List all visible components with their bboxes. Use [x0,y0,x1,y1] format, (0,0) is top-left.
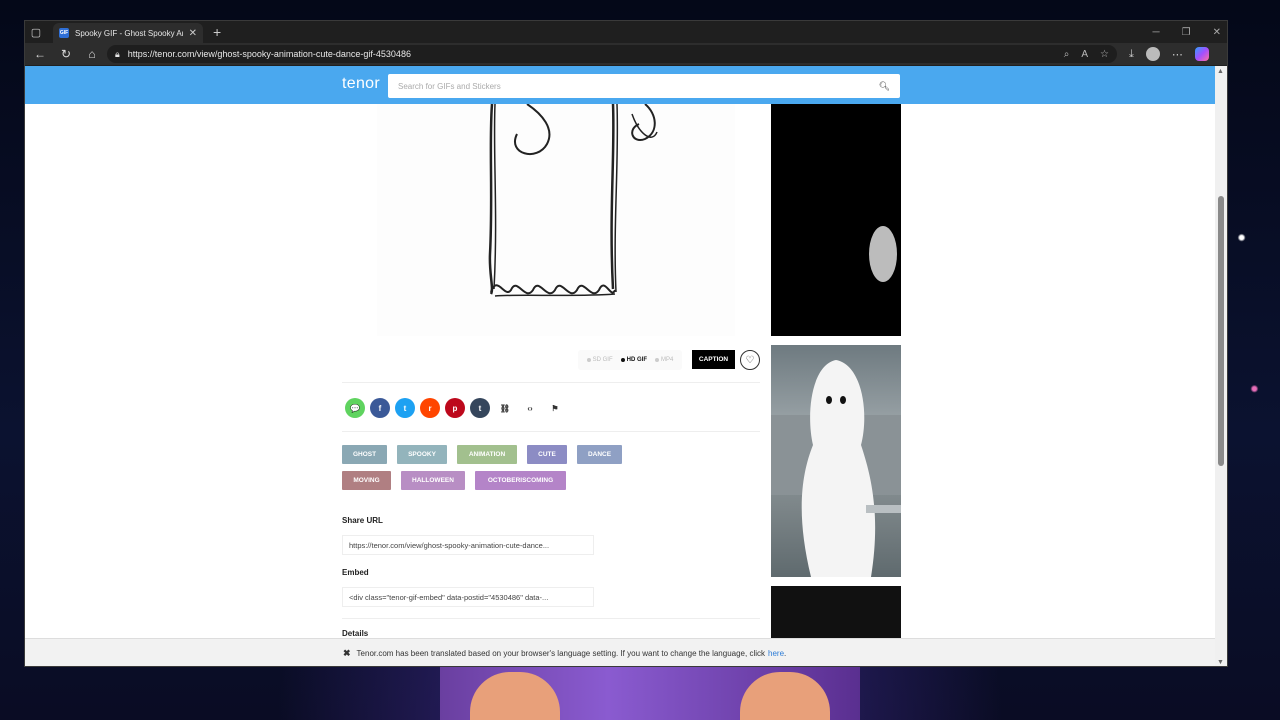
search-icon[interactable]: 🔍︎ [879,81,890,92]
quality-option[interactable]: MP4 [655,357,673,363]
scrollbar-thumb[interactable] [1218,196,1224,466]
reddit-icon[interactable]: r [420,398,440,418]
main-gif[interactable] [377,104,735,336]
address-bar[interactable]: 🔒︎ https://tenor.com/view/ghost-spooky-a… [107,45,1117,63]
page-scrollbar[interactable]: ▲ ▼ [1215,66,1227,666]
tag-ghost[interactable]: GHOST [342,445,387,464]
quality-label: MP4 [661,357,674,363]
search-bar: 🔍︎ [388,74,900,98]
quality-option[interactable]: HD GIF [620,357,647,363]
browser-toolbar: ← ↻ ⌂ 🔒︎ https://tenor.com/view/ghost-sp… [25,43,1227,65]
flag-icon[interactable]: ⚑ [545,398,565,418]
twitter-icon[interactable]: t [395,398,415,418]
translation-message-suffix: . [784,649,787,658]
favicon-icon: GIF [59,28,69,38]
new-tab-icon[interactable]: + [213,24,221,40]
share-url-label: Share URL [342,516,383,525]
downloads-icon[interactable]: ⤓ [1129,48,1134,61]
details-heading: Details [342,629,369,638]
browser-window: ▢ GIF Spooky GIF - Ghost Spooky Anim ✕ +… [24,20,1228,667]
quality-label: SD GIF [592,357,613,363]
radio-dot-icon [620,358,625,362]
divider [342,618,760,619]
link-icon[interactable]: ⛓ [495,398,515,418]
page-viewport: tenor 🔍︎ SD GIF HD GIF MP4 CAPTION ♡ [25,66,1217,666]
read-aloud-icon[interactable]: A [1081,49,1088,60]
tag-dance[interactable]: DANCE [577,445,622,464]
quality-label: HD GIF [626,357,647,363]
close-window-icon[interactable]: ✕ [1213,27,1221,38]
minimize-icon[interactable]: ─ [1153,27,1160,38]
tag-halloween[interactable]: HALLOWEEN [401,471,465,490]
url-text: https://tenor.com/view/ghost-spooky-anim… [127,49,411,59]
tag-spooky[interactable]: SPOOKY [397,445,447,464]
tag-moving[interactable]: MOVING [342,471,391,490]
window-controls: ─ ❐ ✕ [1153,21,1221,43]
tenor-header: tenor 🔍︎ [25,66,1217,104]
tab-title: Spooky GIF - Ghost Spooky Anim [75,28,183,38]
maximize-icon[interactable]: ❐ [1182,27,1191,38]
back-icon[interactable]: ← [29,47,51,61]
related-gif-thumbnail[interactable] [771,345,901,577]
site-info-icon[interactable]: 🔒︎ [115,49,120,60]
caption-button[interactable]: CAPTION [692,350,735,369]
browser-tab[interactable]: GIF Spooky GIF - Ghost Spooky Anim ✕ [53,23,203,43]
tag-animation[interactable]: ANIMATION [457,445,517,464]
embed-label: Embed [342,568,369,577]
scroll-down-icon[interactable]: ▼ [1217,659,1224,666]
quality-selector: SD GIF HD GIF MP4 [578,350,682,370]
zoom-icon[interactable]: ⌕ [1064,49,1070,60]
quality-option[interactable]: SD GIF [586,357,613,363]
radio-dot-icon [655,358,659,362]
share-url-field[interactable]: https://tenor.com/view/ghost-spooky-anim… [342,535,594,555]
profile-avatar[interactable] [1145,47,1160,61]
translation-notice-bar: ✖ Tenor.com has been translated based on… [25,638,1217,666]
pinterest-icon[interactable]: p [445,398,465,418]
scroll-up-icon[interactable]: ▲ [1217,68,1224,75]
divider [342,382,760,383]
divider [342,431,760,432]
tab-actions-icon[interactable]: ▢ [25,21,47,43]
refresh-icon[interactable]: ↻ [55,47,77,61]
copilot-icon[interactable] [1194,47,1209,61]
change-language-link[interactable]: here [768,649,784,658]
search-input[interactable] [398,81,879,91]
radio-dot-icon [586,358,591,362]
more-menu-icon[interactable]: ⋯ [1172,48,1183,61]
related-gif-thumbnail[interactable] [771,104,901,336]
home-icon[interactable]: ⌂ [81,47,103,61]
translation-message: Tenor.com has been translated based on y… [356,649,765,658]
facebook-icon[interactable]: f [370,398,390,418]
message-icon[interactable]: 💬 [345,398,365,418]
tumblr-icon[interactable]: t [470,398,490,418]
share-icons-row: 💬 f t r p t ⛓ ‹› ⚑ [345,398,565,418]
tag-octoberiscoming[interactable]: OCTOBERISCOMING [475,471,566,490]
tag-cute[interactable]: CUTE [527,445,567,464]
related-gif-thumbnail[interactable] [771,586,901,646]
favorite-star-icon[interactable]: ☆ [1100,49,1109,60]
favorite-heart-icon[interactable]: ♡ [740,350,760,370]
embed-code-field[interactable]: <div class="tenor-gif-embed" data-postid… [342,587,594,607]
close-icon[interactable]: ✖ [343,648,351,659]
desktop-wallpaper-figure [440,666,860,720]
embed-icon[interactable]: ‹› [520,398,540,418]
tab-bar: ▢ GIF Spooky GIF - Ghost Spooky Anim ✕ +… [25,21,1227,43]
tenor-logo[interactable]: tenor [342,75,380,93]
close-tab-icon[interactable]: ✕ [189,28,197,39]
